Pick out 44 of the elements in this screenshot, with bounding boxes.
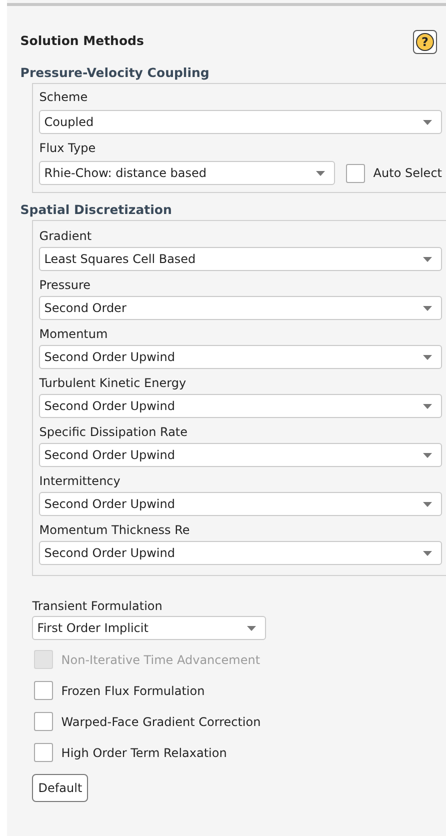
- default-button[interactable]: Default: [32, 774, 88, 802]
- caret-icon: [423, 354, 432, 360]
- field-label: Momentum Thickness Re: [39, 522, 191, 539]
- help-button[interactable]: ?: [413, 30, 437, 54]
- caret-icon: [423, 502, 432, 506]
- section-heading: Pressure-Velocity Coupling: [20, 64, 210, 82]
- dropdown[interactable]: First Order Implicit: [32, 616, 266, 640]
- field-label: Turbulent Kinetic Energy: [39, 375, 188, 392]
- field-label: Scheme: [39, 89, 89, 106]
- checkbox[interactable]: [34, 743, 54, 762]
- field-label: Flux Type: [39, 140, 97, 157]
- dropdown[interactable]: Coupled: [39, 110, 442, 134]
- dropdown[interactable]: Least Squares Cell Based: [39, 247, 442, 271]
- field-label: Gradient: [39, 228, 93, 245]
- checkbox[interactable]: [34, 712, 54, 731]
- dropdown[interactable]: Rhie-Chow: distance based: [39, 161, 336, 185]
- dropdown[interactable]: Second Order Upwind: [39, 345, 442, 369]
- dropdown[interactable]: Second Order Upwind: [39, 443, 442, 467]
- field-label: Intermittency: [39, 473, 122, 490]
- checkbox[interactable]: [34, 681, 54, 700]
- caret-icon: [423, 120, 432, 124]
- dropdown[interactable]: Second Order Upwind: [39, 541, 442, 565]
- caret-icon: [423, 550, 432, 556]
- checkbox[interactable]: [346, 164, 366, 182]
- dropdown[interactable]: Second Order Upwind: [39, 394, 442, 418]
- caret-icon: [247, 626, 256, 630]
- checkbox-label: Warped-Face Gradient Correction: [61, 714, 261, 730]
- caret-icon: [316, 170, 326, 176]
- caret-icon: [423, 404, 432, 408]
- checkbox-label: High Order Term Relaxation: [61, 744, 227, 762]
- field-label: Transient Formulation: [32, 598, 164, 615]
- dropdown[interactable]: Second Order Upwind: [39, 492, 442, 516]
- checkbox-label: Non-Iterative Time Advancement: [61, 652, 260, 668]
- section-heading: Spatial Discretization: [20, 201, 173, 219]
- panel-title: Solution Methods: [20, 32, 144, 50]
- caret-icon: [423, 306, 432, 310]
- caret-icon: [423, 452, 432, 458]
- field-label: Specific Dissipation Rate: [39, 424, 189, 441]
- field-label: Pressure: [39, 277, 92, 294]
- dropdown[interactable]: Second Order: [39, 296, 442, 320]
- checkbox-label: Frozen Flux Formulation: [61, 682, 205, 700]
- field-label: Momentum: [39, 326, 109, 343]
- caret-icon: [423, 256, 432, 262]
- checkbox-label: Auto Select: [373, 165, 442, 182]
